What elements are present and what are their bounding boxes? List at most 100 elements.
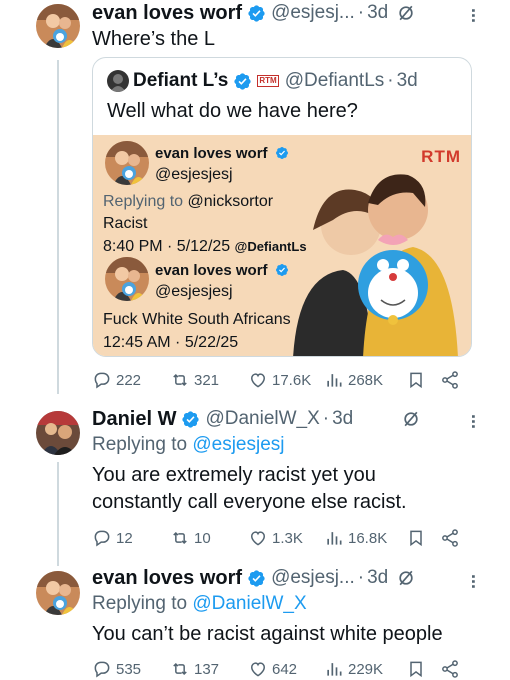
display-name[interactable]: evan loves worf	[92, 2, 242, 25]
avatar[interactable]	[36, 411, 80, 455]
timestamp[interactable]: 3d	[367, 2, 388, 24]
quote-avatar	[107, 70, 129, 92]
separator-dot: ·	[322, 408, 330, 429]
verified-badge-icon	[275, 263, 289, 277]
tweet-actions-bar: 12 10 1.3K 16.8K	[92, 526, 472, 550]
reply-button[interactable]: 222	[92, 370, 141, 390]
bookmark-button[interactable]	[406, 659, 426, 679]
separator-dot: ·	[357, 2, 365, 23]
quote-media-image[interactable]: RTM evan loves worf @esjesjesj Replying …	[93, 135, 471, 356]
repost-icon	[170, 659, 190, 679]
embedded-avatar	[105, 257, 149, 301]
grok-icon[interactable]	[401, 409, 421, 429]
share-icon	[440, 528, 460, 548]
affiliate-badge: RTM	[257, 75, 279, 87]
embedded-avatar	[105, 141, 149, 185]
repost-icon	[170, 528, 190, 548]
like-button[interactable]: 642	[248, 659, 297, 679]
repost-button[interactable]: 137	[170, 659, 219, 679]
replying-to-link[interactable]: @DanielW_X	[192, 593, 306, 614]
display-name[interactable]: evan loves worf	[92, 567, 242, 590]
tweet-text-line: You are extremely racist yet you	[92, 464, 376, 486]
tweet-header: evan loves worf @esjesj... · 3d	[92, 565, 502, 591]
share-button[interactable]	[440, 370, 460, 390]
share-icon	[440, 370, 460, 390]
like-icon	[248, 659, 268, 679]
reply-button[interactable]: 12	[92, 528, 133, 548]
embedded-meta: 8:40 PM · 5/12/25 @DefiantLs	[103, 238, 307, 255]
embedded-reply-line: Replying to @nicksortor	[103, 193, 274, 210]
separator-dot: ·	[357, 567, 365, 588]
embedded-display-name: evan loves worf	[155, 145, 268, 162]
embedded-meta: 12:45 AM · 5/22/25	[103, 334, 239, 351]
views-icon	[324, 659, 344, 679]
embedded-display-name: evan loves worf	[155, 262, 268, 279]
bookmark-button[interactable]	[406, 528, 426, 548]
display-name[interactable]: Daniel W	[92, 408, 176, 431]
verified-badge-icon	[233, 72, 252, 91]
verified-badge-icon	[181, 410, 200, 429]
views-button[interactable]: 268K	[324, 370, 383, 390]
tweet-actions-bar: 222 321 17.6K 268K	[92, 368, 472, 392]
tweet[interactable]: Daniel W @DanielW_X · 3d Replying to @es…	[0, 400, 510, 560]
handle[interactable]: @DanielW_X	[205, 408, 319, 430]
bookmark-button[interactable]	[406, 370, 426, 390]
avatar[interactable]	[36, 4, 80, 48]
bookmark-icon	[406, 528, 426, 548]
views-icon	[324, 370, 344, 390]
like-button[interactable]: 17.6K	[248, 370, 311, 390]
embedded-text: Fuck White South Africans	[103, 311, 291, 328]
like-icon	[248, 370, 268, 390]
quote-handle: @DefiantLs	[284, 70, 385, 91]
share-button[interactable]	[440, 528, 460, 548]
tweet-header: evan loves worf @esjesj... · 3d	[92, 0, 502, 26]
verified-badge-icon	[247, 4, 266, 23]
reply-icon	[92, 370, 112, 390]
handle[interactable]: @esjesj...	[271, 2, 355, 24]
tweet[interactable]: evan loves worf @esjesj... · 3d Replying…	[0, 560, 510, 680]
tweet-text: You can’t be racist against white people	[92, 623, 443, 645]
views-button[interactable]: 16.8K	[324, 528, 387, 548]
quote-timestamp: 3d	[396, 70, 418, 91]
repost-button[interactable]: 10	[170, 528, 211, 548]
tweet-actions-bar: 535 137 642 229K	[92, 657, 472, 680]
bookmark-icon	[406, 370, 426, 390]
views-icon	[324, 528, 344, 548]
replying-to-line: Replying to @DanielW_X	[92, 593, 307, 614]
quote-header: Defiant L’s RTM @DefiantLs · 3d	[107, 70, 418, 92]
share-icon	[440, 659, 460, 679]
reply-icon	[92, 659, 112, 679]
embedded-text: Racist	[103, 215, 148, 232]
grok-icon[interactable]	[396, 3, 416, 23]
tweet-header: Daniel W @DanielW_X · 3d	[92, 406, 502, 432]
timestamp[interactable]: 3d	[332, 408, 353, 430]
grok-icon[interactable]	[396, 568, 416, 588]
views-button[interactable]: 229K	[324, 659, 383, 679]
verified-badge-icon	[247, 569, 266, 588]
tweet[interactable]: evan loves worf @esjesj... · 3d Where’s …	[0, 0, 510, 400]
avatar[interactable]	[36, 571, 80, 615]
reply-icon	[92, 528, 112, 548]
more-icon[interactable]: ···	[463, 8, 483, 23]
share-button[interactable]	[440, 659, 460, 679]
like-icon	[248, 528, 268, 548]
handle[interactable]: @esjesj...	[271, 567, 355, 589]
quote-text: Well what do we have here?	[107, 100, 358, 122]
replying-to-link[interactable]: @esjesjesj	[192, 434, 284, 455]
tweet-text: Where’s the L	[92, 28, 216, 50]
more-icon[interactable]: ···	[463, 574, 483, 589]
quote-display-name: Defiant L’s	[133, 70, 229, 91]
repost-button[interactable]: 321	[170, 370, 219, 390]
watermark: @DefiantLs	[234, 239, 307, 254]
replying-to-line: Replying to @esjesjesj	[92, 434, 285, 455]
reply-button[interactable]: 535	[92, 659, 141, 679]
quoted-tweet-card[interactable]: Defiant L’s RTM @DefiantLs · 3d Well wha…	[92, 57, 472, 357]
repost-icon	[170, 370, 190, 390]
bookmark-icon	[406, 659, 426, 679]
embedded-handle: @esjesjesj	[155, 166, 233, 183]
more-icon[interactable]: ···	[463, 414, 483, 429]
separator-dot: ·	[387, 70, 394, 91]
like-button[interactable]: 1.3K	[248, 528, 303, 548]
embedded-handle: @esjesjesj	[155, 283, 233, 300]
timestamp[interactable]: 3d	[367, 567, 388, 589]
